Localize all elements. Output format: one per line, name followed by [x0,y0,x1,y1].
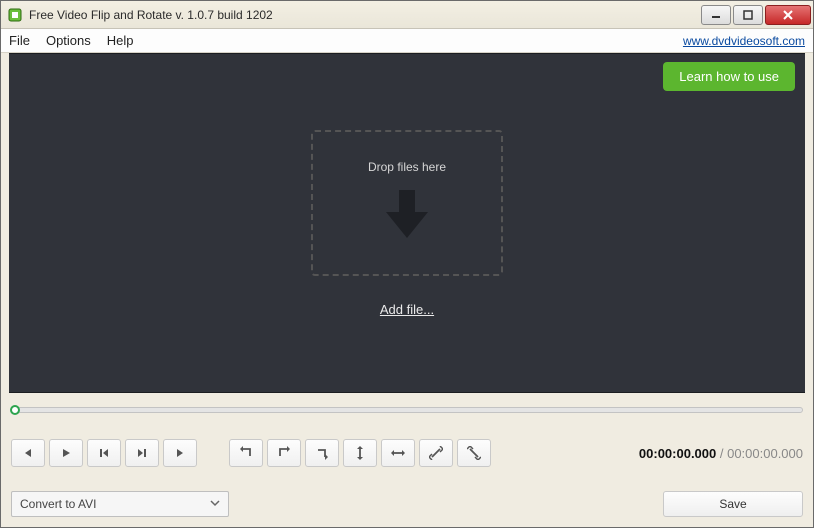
format-selected: Convert to AVI [20,497,96,511]
time-sep: / [716,446,727,461]
learn-button[interactable]: Learn how to use [663,62,795,91]
rotate-ccw-90-button[interactable] [229,439,263,467]
format-select[interactable]: Convert to AVI [11,491,229,517]
titlebar: Free Video Flip and Rotate v. 1.0.7 buil… [1,1,813,29]
transform-group [229,439,491,467]
flip-vertical-button[interactable] [343,439,377,467]
down-arrow-icon [382,186,432,245]
go-end-button[interactable] [125,439,159,467]
timecode: 00:00:00.000 / 00:00:00.000 [639,446,803,461]
bottom-row: Convert to AVI Save [11,491,803,517]
menu-file[interactable]: File [9,33,30,48]
prev-frame-button[interactable] [11,439,45,467]
menu-help[interactable]: Help [107,33,134,48]
next-frame-button[interactable] [163,439,197,467]
flip-diagonal-2-button[interactable] [457,439,491,467]
drop-zone[interactable]: Drop files here [311,130,503,276]
menu-options[interactable]: Options [46,33,91,48]
seek-track[interactable] [11,407,803,413]
close-button[interactable] [765,5,811,25]
go-start-button[interactable] [87,439,121,467]
flip-diagonal-1-button[interactable] [419,439,453,467]
window-buttons [699,5,811,25]
drop-label: Drop files here [368,160,446,174]
flip-horizontal-button[interactable] [381,439,415,467]
time-current: 00:00:00.000 [639,446,716,461]
playback-group [11,439,197,467]
chevron-down-icon [210,497,220,511]
play-button[interactable] [49,439,83,467]
seek-thumb[interactable] [10,405,20,415]
rotate-cw-90-button[interactable] [267,439,301,467]
maximize-button[interactable] [733,5,763,25]
minimize-button[interactable] [701,5,731,25]
rotate-180-button[interactable] [305,439,339,467]
seek-bar[interactable] [11,399,803,421]
save-button[interactable]: Save [663,491,803,517]
window-title: Free Video Flip and Rotate v. 1.0.7 buil… [29,8,699,22]
controls-row: 00:00:00.000 / 00:00:00.000 [11,439,803,467]
time-total: 00:00:00.000 [727,446,803,461]
app-icon [7,7,23,23]
website-link[interactable]: www.dvdvideosoft.com [683,34,805,48]
video-stage: Learn how to use Drop files here Add fil… [9,53,805,393]
add-file-link[interactable]: Add file... [380,302,434,317]
menubar: File Options Help www.dvdvideosoft.com [1,29,813,53]
app-window: Free Video Flip and Rotate v. 1.0.7 buil… [0,0,814,528]
